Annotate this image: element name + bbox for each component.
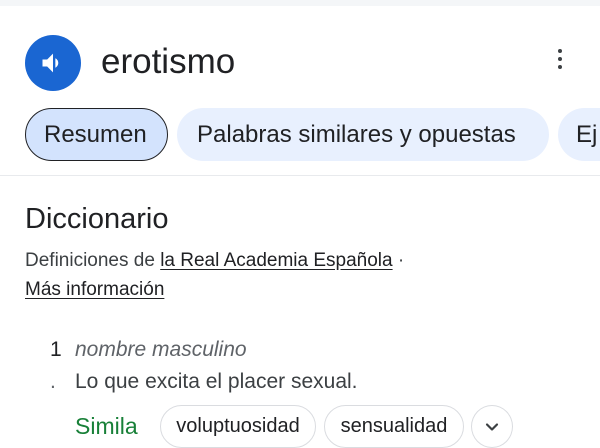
- more-vert-icon: [558, 49, 562, 53]
- tab-palabras-similares[interactable]: Palabras similares y opuestas: [177, 108, 549, 161]
- more-info-link[interactable]: Más información: [25, 279, 164, 300]
- top-edge: [0, 0, 600, 6]
- sense-dot: .: [50, 370, 56, 393]
- source-separator: ·: [392, 250, 405, 271]
- more-options-button[interactable]: [548, 44, 572, 74]
- source-prefix: Definiciones de: [25, 250, 161, 271]
- sense-number: 1: [50, 338, 62, 361]
- tab-resumen[interactable]: Resumen: [25, 108, 168, 161]
- synonyms-label: Simila: [75, 413, 138, 439]
- dictionary-source: Definiciones de la Real Academia Español…: [25, 246, 465, 304]
- pronunciation-button[interactable]: [25, 35, 81, 91]
- synonym-chip-voluptuosidad[interactable]: voluptuosidad: [160, 405, 316, 448]
- divider: [0, 175, 600, 176]
- rae-link[interactable]: la Real Academia Española: [160, 250, 392, 271]
- definition-text: Lo que excita el placer sexual.: [75, 370, 358, 393]
- speaker-icon: [42, 53, 59, 73]
- chevron-down-icon: [485, 422, 499, 431]
- tab-ejemplos[interactable]: Ej: [558, 108, 600, 161]
- entry-word: erotismo: [101, 42, 236, 81]
- dictionary-title: Diccionario: [25, 203, 169, 235]
- synonym-chip-sensualidad[interactable]: sensualidad: [324, 405, 464, 448]
- tab-bar: Resumen Palabras similares y opuestas Ej: [0, 107, 600, 165]
- expand-synonyms-button[interactable]: [471, 405, 513, 448]
- part-of-speech: nombre masculino: [75, 338, 247, 361]
